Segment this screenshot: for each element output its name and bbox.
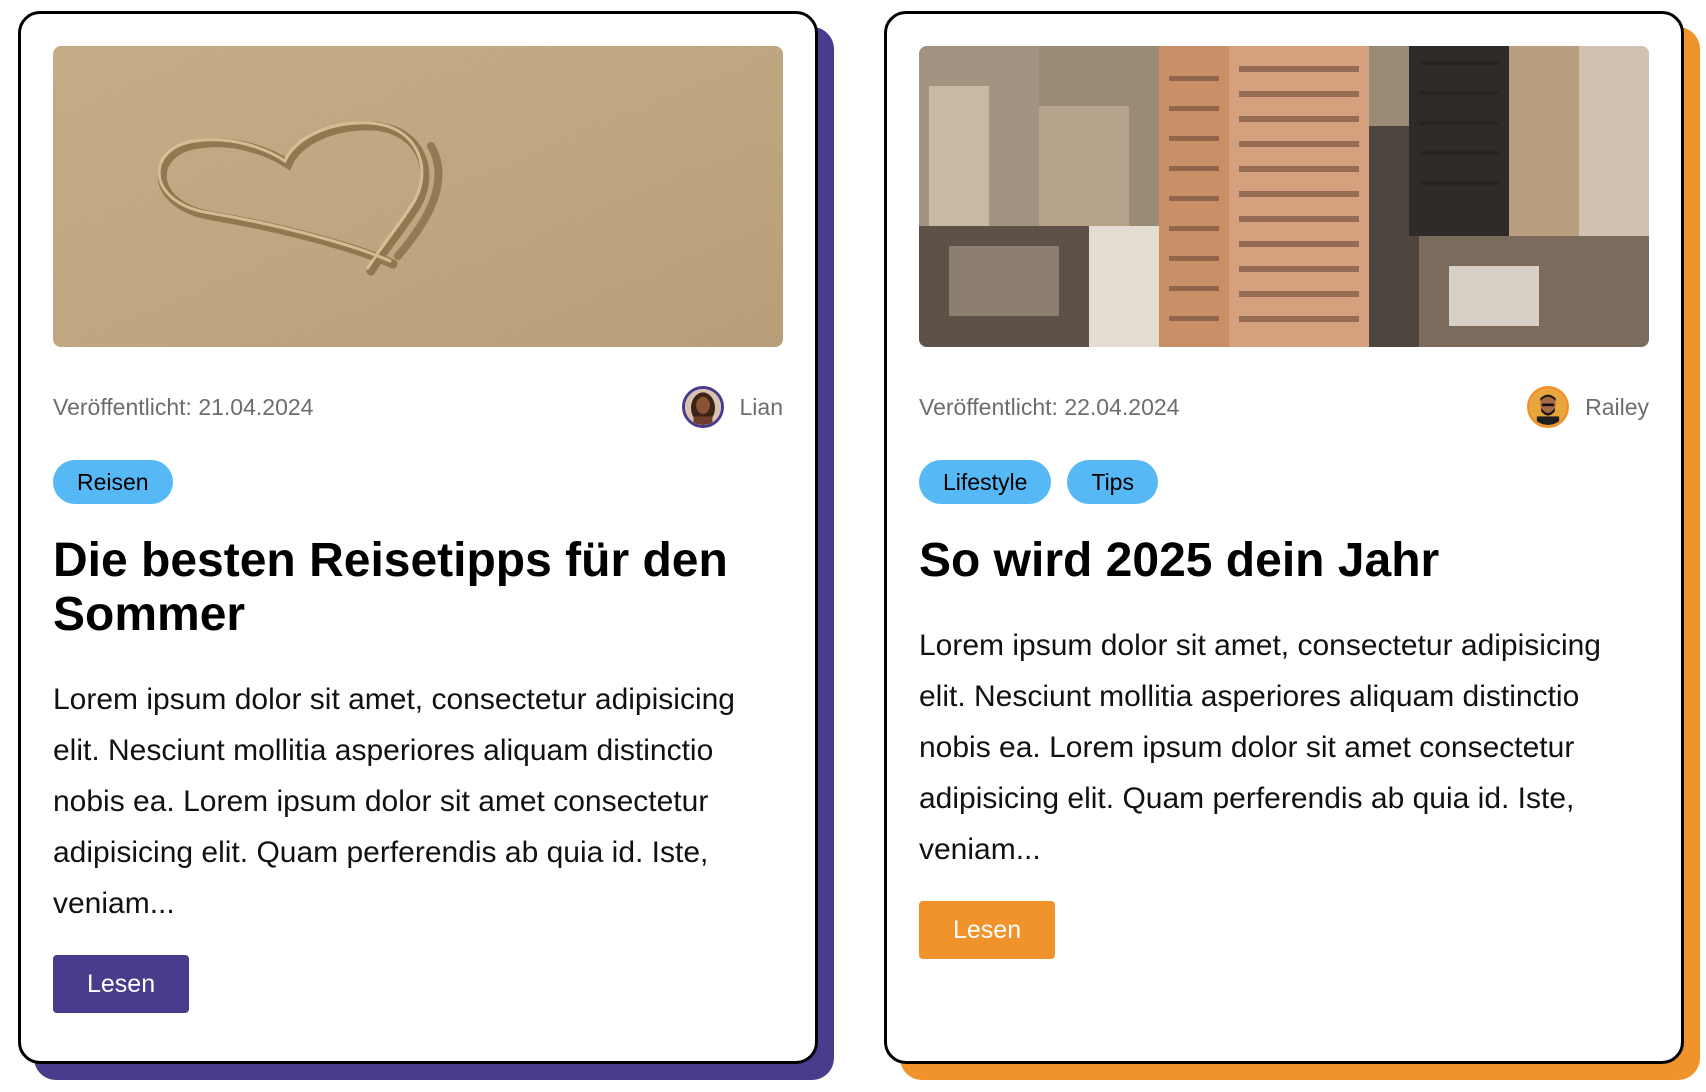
tag-badge[interactable]: Tips [1067,460,1158,504]
card-body: Veröffentlicht: 21.04.2024 Lian Reisen D… [18,11,818,1064]
blog-card: Veröffentlicht: 22.04.2024 Railey Lifest… [884,11,1700,1080]
avatar [1527,386,1570,428]
tag-list: Lifestyle Tips [919,460,1649,504]
read-button[interactable]: Lesen [919,901,1056,959]
card-body: Veröffentlicht: 22.04.2024 Railey Lifest… [884,11,1684,1064]
publish-date: Veröffentlicht: 22.04.2024 [919,393,1180,420]
card-image-sand-heart [53,46,783,347]
post-title: Die besten Reisetipps für den Sommer [53,534,728,641]
read-button[interactable]: Lesen [53,955,190,1013]
post-excerpt: Lorem ipsum dolor sit amet, consectetur … [53,683,735,920]
blog-card: Veröffentlicht: 21.04.2024 Lian Reisen D… [18,11,834,1080]
author-info: Lian [681,386,783,428]
post-title: So wird 2025 dein Jahr [919,534,1440,587]
card-image-city [919,46,1649,347]
card-meta: Veröffentlicht: 22.04.2024 Railey [919,383,1649,431]
avatar [681,386,724,428]
tag-badge[interactable]: Reisen [53,460,173,504]
author-name: Railey [1585,393,1649,420]
author-name: Lian [739,393,783,420]
post-excerpt: Lorem ipsum dolor sit amet, consectetur … [919,629,1601,866]
card-meta: Veröffentlicht: 21.04.2024 Lian [53,383,783,431]
publish-date: Veröffentlicht: 21.04.2024 [53,393,314,420]
tag-badge[interactable]: Lifestyle [919,460,1052,504]
author-info: Railey [1527,386,1649,428]
tag-list: Reisen [53,460,783,504]
